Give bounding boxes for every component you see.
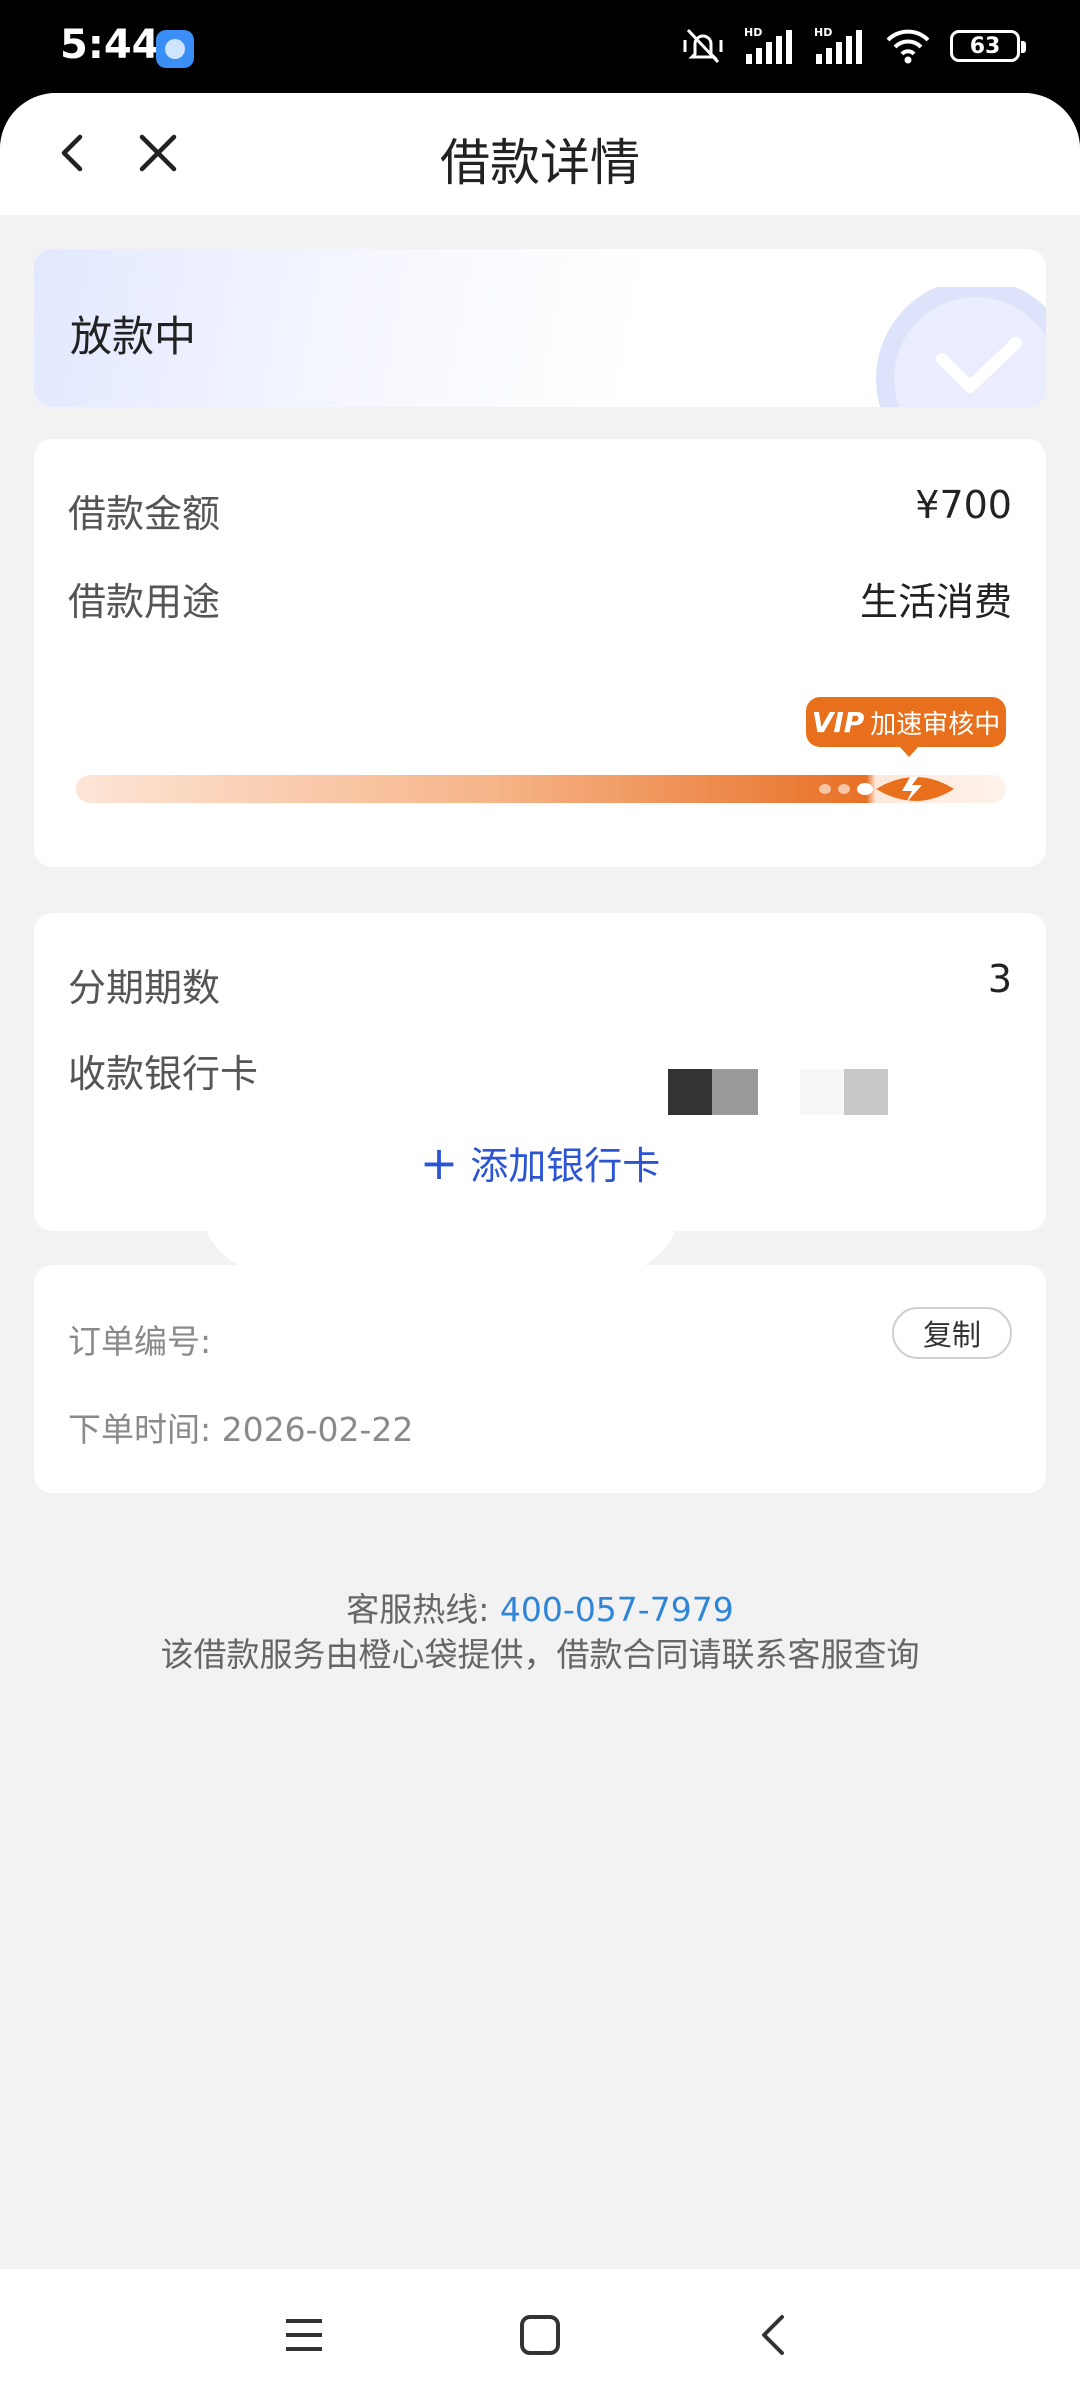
battery-icon: 63: [950, 30, 1026, 62]
app-notification-icon: [156, 30, 194, 68]
status-time: 5:44: [60, 22, 160, 68]
installment-card: 分期期数 3 收款银行卡 + 添加银行卡: [34, 913, 1046, 1231]
status-icons: HD HD 63: [680, 26, 1026, 66]
vip-review-badge: VIP 加速审核中: [806, 697, 1006, 757]
periods-label: 分期期数: [68, 966, 221, 1010]
system-back-icon[interactable]: [750, 2311, 798, 2359]
loan-status-text: 放款中: [70, 312, 197, 361]
progress-dot: [819, 784, 831, 794]
check-circle-icon: [876, 287, 1046, 407]
order-time: 下单时间: 2026-02-22: [68, 1403, 413, 1451]
rocket-icon: [876, 777, 954, 803]
loan-purpose-value: 生活消费: [859, 580, 1012, 624]
service-notice: 该借款服务由橙心袋提供，借款合同请联系客服查询: [160, 1635, 920, 1674]
signal-hd-icon: HD: [744, 26, 792, 64]
order-time-label: 下单时间:: [68, 1410, 212, 1449]
hotline-label: 客服热线:: [346, 1590, 490, 1629]
bank-card-masked: [668, 1069, 898, 1115]
periods-value: 3: [987, 957, 1012, 1001]
nav-bar: 借款详情: [0, 93, 1080, 215]
svg-text:HD: HD: [744, 26, 762, 39]
loan-status-card: 放款中: [34, 249, 1046, 407]
order-time-value: 2026-02-22: [221, 1410, 414, 1449]
system-nav-bar: [0, 2269, 1080, 2400]
add-bank-card-button[interactable]: + 添加银行卡: [34, 1135, 1046, 1190]
hotline-line: 客服热线: 400-057-7979: [0, 1583, 1080, 1631]
copy-button[interactable]: 复制: [892, 1307, 1012, 1359]
loan-purpose-label: 借款用途: [68, 580, 221, 624]
svg-text:HD: HD: [814, 26, 832, 39]
mute-vibrate-icon: [683, 28, 723, 64]
add-bank-card-label: 添加银行卡: [470, 1144, 661, 1188]
vip-mark: VIP: [811, 705, 865, 739]
order-info-card: 订单编号: 复制 下单时间: 2026-02-22: [34, 1265, 1046, 1493]
wifi-icon: [886, 29, 930, 64]
home-icon[interactable]: [516, 2311, 564, 2359]
plus-icon: +: [419, 1135, 459, 1190]
status-bar: 5:44 HD HD 63: [0, 0, 1080, 100]
bank-card-label: 收款银行卡: [68, 1052, 259, 1096]
hotline-number-link[interactable]: 400-057-7979: [500, 1590, 734, 1629]
battery-level: 63: [969, 33, 1001, 59]
progress-dot: [838, 784, 850, 794]
page-title: 借款详情: [440, 134, 640, 192]
loan-info-card: 借款金额 ¥700 借款用途 生活消费 VIP 加速审核中: [34, 439, 1046, 867]
loan-detail-screen: 借款详情 放款中 借款金额 ¥700 借款用途 生活消费 VIP 加速审核中 分…: [0, 93, 1080, 2400]
order-id-label: 订单编号:: [68, 1322, 212, 1361]
menu-icon[interactable]: [280, 2311, 328, 2359]
progress-dot: [857, 783, 873, 795]
vip-review-text: 加速审核中: [870, 709, 1001, 740]
signal-hd-icon-2: HD: [814, 26, 862, 64]
loan-amount-value: ¥700: [915, 483, 1012, 527]
loan-amount-label: 借款金额: [68, 492, 221, 536]
